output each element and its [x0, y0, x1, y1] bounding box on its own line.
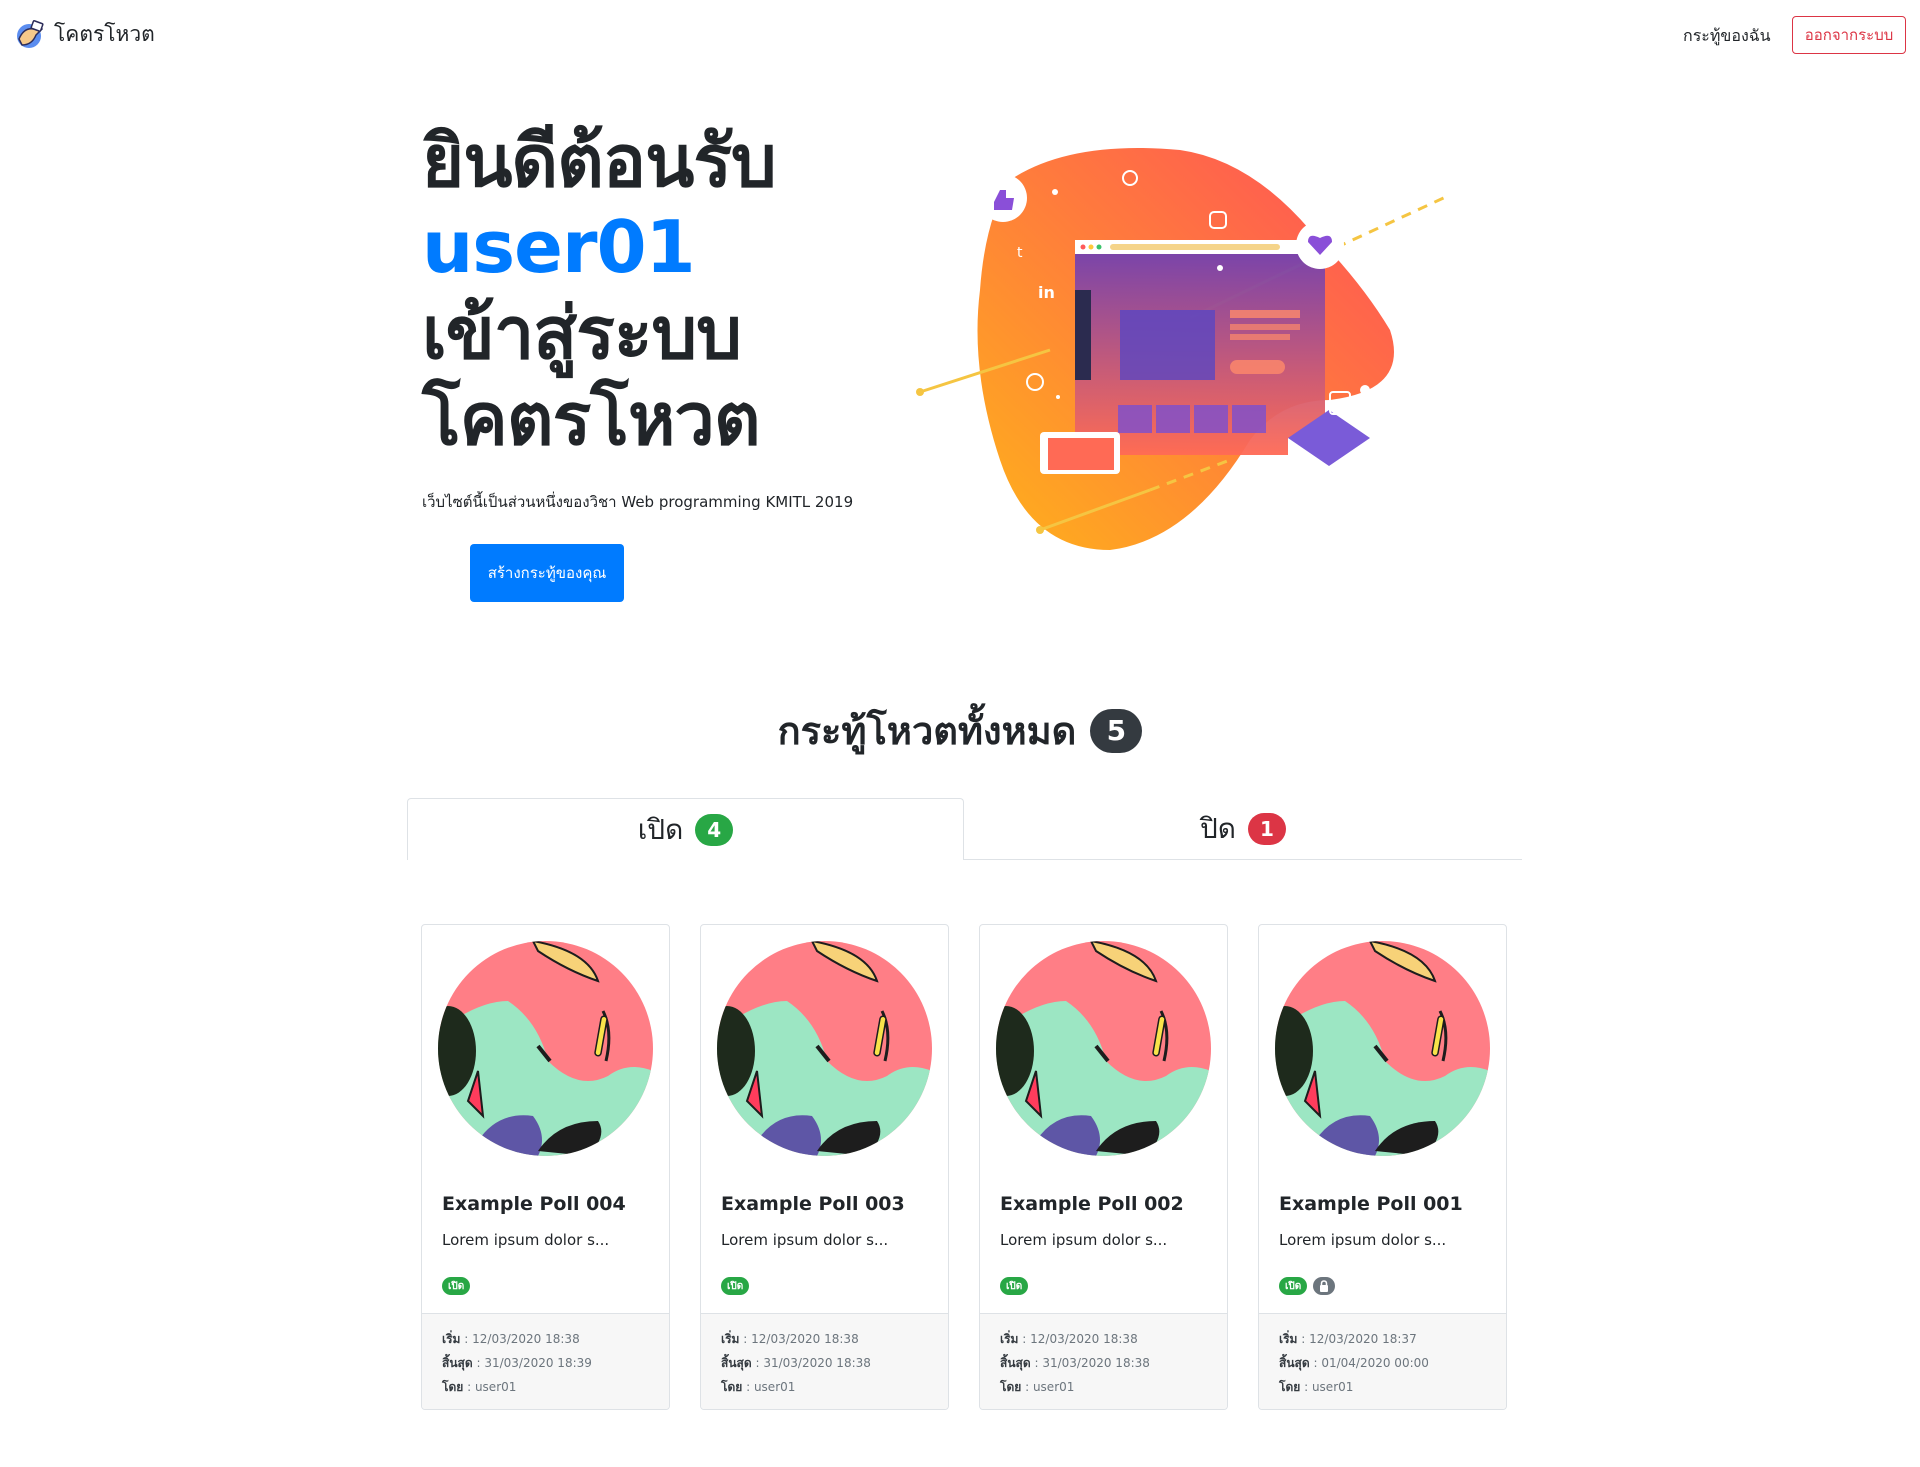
vote-hand-icon [17, 19, 44, 48]
poll-status-badge: เปิด [1279, 1277, 1308, 1295]
hero-line-enter: เข้าสู่ระบบ [422, 291, 742, 375]
polls-heading: กระทู้โหวตทั้งหมด [777, 709, 1077, 753]
hero-line-site: โคตรโหวต [422, 377, 761, 461]
poll-description: Lorem ipsum dolor s... [1000, 1231, 1168, 1249]
poll-author: โดย : user01 [721, 1380, 796, 1394]
create-poll-button[interactable]: สร้างกระทู้ของคุณ [470, 544, 624, 602]
poll-status-badge: เปิด [442, 1277, 471, 1295]
poll-cover-image [717, 941, 932, 1156]
total-polls-badge: 5 [1090, 708, 1143, 753]
poll-card[interactable]: Example Poll 004 Lorem ipsum dolor s... … [421, 924, 670, 1410]
tab-open-count-badge: 4 [695, 813, 734, 846]
poll-badges: เปิด [442, 1277, 471, 1295]
lock-icon [1313, 1277, 1336, 1295]
hero-illustration: in t [916, 148, 1451, 550]
hero-line-welcome: ยินดีต้อนรับ [422, 119, 777, 203]
poll-start: เริ่ม : 12/03/2020 18:37 [1279, 1332, 1417, 1346]
brand[interactable]: โคตรโหวต [14, 18, 155, 51]
poll-title[interactable]: Example Poll 001 [1279, 1193, 1463, 1215]
poll-badges: เปิด [721, 1277, 750, 1295]
poll-card[interactable]: Example Poll 002 Lorem ipsum dolor s... … [979, 924, 1228, 1410]
poll-end: สิ้นสุด : 31/03/2020 18:38 [721, 1356, 871, 1370]
tab-closed[interactable]: ปิด 1 [964, 798, 1522, 860]
svg-text:in: in [1038, 283, 1055, 302]
tab-closed-label: ปิด [1200, 812, 1236, 845]
svg-text:t: t [1017, 245, 1023, 261]
poll-card[interactable]: Example Poll 003 Lorem ipsum dolor s... … [700, 924, 949, 1410]
nav-my-polls-link[interactable]: กระทู้ของฉัน [1683, 24, 1771, 49]
logout-button[interactable]: ออกจากระบบ [1792, 16, 1906, 54]
poll-card[interactable]: Example Poll 001 Lorem ipsum dolor s... … [1258, 924, 1507, 1410]
poll-description: Lorem ipsum dolor s... [442, 1231, 610, 1249]
tab-closed-count-badge: 1 [1247, 813, 1286, 845]
poll-title[interactable]: Example Poll 003 [721, 1193, 905, 1215]
poll-description: Lorem ipsum dolor s... [1279, 1231, 1447, 1249]
poll-end: สิ้นสุด : 01/04/2020 00:00 [1279, 1356, 1429, 1370]
poll-start: เริ่ม : 12/03/2020 18:38 [721, 1332, 859, 1346]
brand-name: โคตรโหวต [54, 22, 155, 46]
poll-start: เริ่ม : 12/03/2020 18:38 [1000, 1332, 1138, 1346]
tab-open-label: เปิด [637, 812, 684, 846]
poll-status-badge: เปิด [1000, 1277, 1029, 1295]
hero-title: ยินดีต้อนรับ user01 เข้าสู่ระบบ โคตรโหวต [422, 118, 777, 462]
poll-meta: เริ่ม : 12/03/2020 18:38 สิ้นสุด : 31/03… [980, 1313, 1227, 1409]
navbar: โคตรโหวต กระทู้ของฉัน ออกจากระบบ [0, 0, 1920, 70]
tab-open[interactable]: เปิด 4 [407, 798, 964, 860]
poll-cover-image [1275, 941, 1490, 1156]
poll-badges: เปิด [1279, 1277, 1336, 1295]
poll-title[interactable]: Example Poll 002 [1000, 1193, 1184, 1215]
poll-end: สิ้นสุด : 31/03/2020 18:39 [442, 1356, 592, 1370]
hero-subtitle: เว็บไซต์นี้เป็นส่วนหนึ่งของวิชา Web prog… [422, 493, 854, 511]
poll-author: โดย : user01 [1000, 1380, 1075, 1394]
poll-status-badge: เปิด [721, 1277, 750, 1295]
poll-author: โดย : user01 [1279, 1380, 1354, 1394]
poll-badges: เปิด [1000, 1277, 1029, 1295]
poll-cover-image [438, 941, 653, 1156]
polls-section-title: กระทู้โหวตทั้งหมด 5 [0, 700, 1920, 761]
poll-meta: เริ่ม : 12/03/2020 18:38 สิ้นสุด : 31/03… [701, 1313, 948, 1409]
poll-cover-image [996, 941, 1211, 1156]
poll-end: สิ้นสุด : 31/03/2020 18:38 [1000, 1356, 1150, 1370]
poll-title[interactable]: Example Poll 004 [442, 1193, 626, 1215]
poll-author: โดย : user01 [442, 1380, 517, 1394]
poll-status-tabs: เปิด 4 ปิด 1 [407, 798, 1522, 860]
poll-meta: เริ่ม : 12/03/2020 18:38 สิ้นสุด : 31/03… [422, 1313, 669, 1409]
poll-meta: เริ่ม : 12/03/2020 18:37 สิ้นสุด : 01/04… [1259, 1313, 1506, 1409]
poll-start: เริ่ม : 12/03/2020 18:38 [442, 1332, 580, 1346]
hero-username: user01 [422, 205, 696, 289]
poll-description: Lorem ipsum dolor s... [721, 1231, 889, 1249]
